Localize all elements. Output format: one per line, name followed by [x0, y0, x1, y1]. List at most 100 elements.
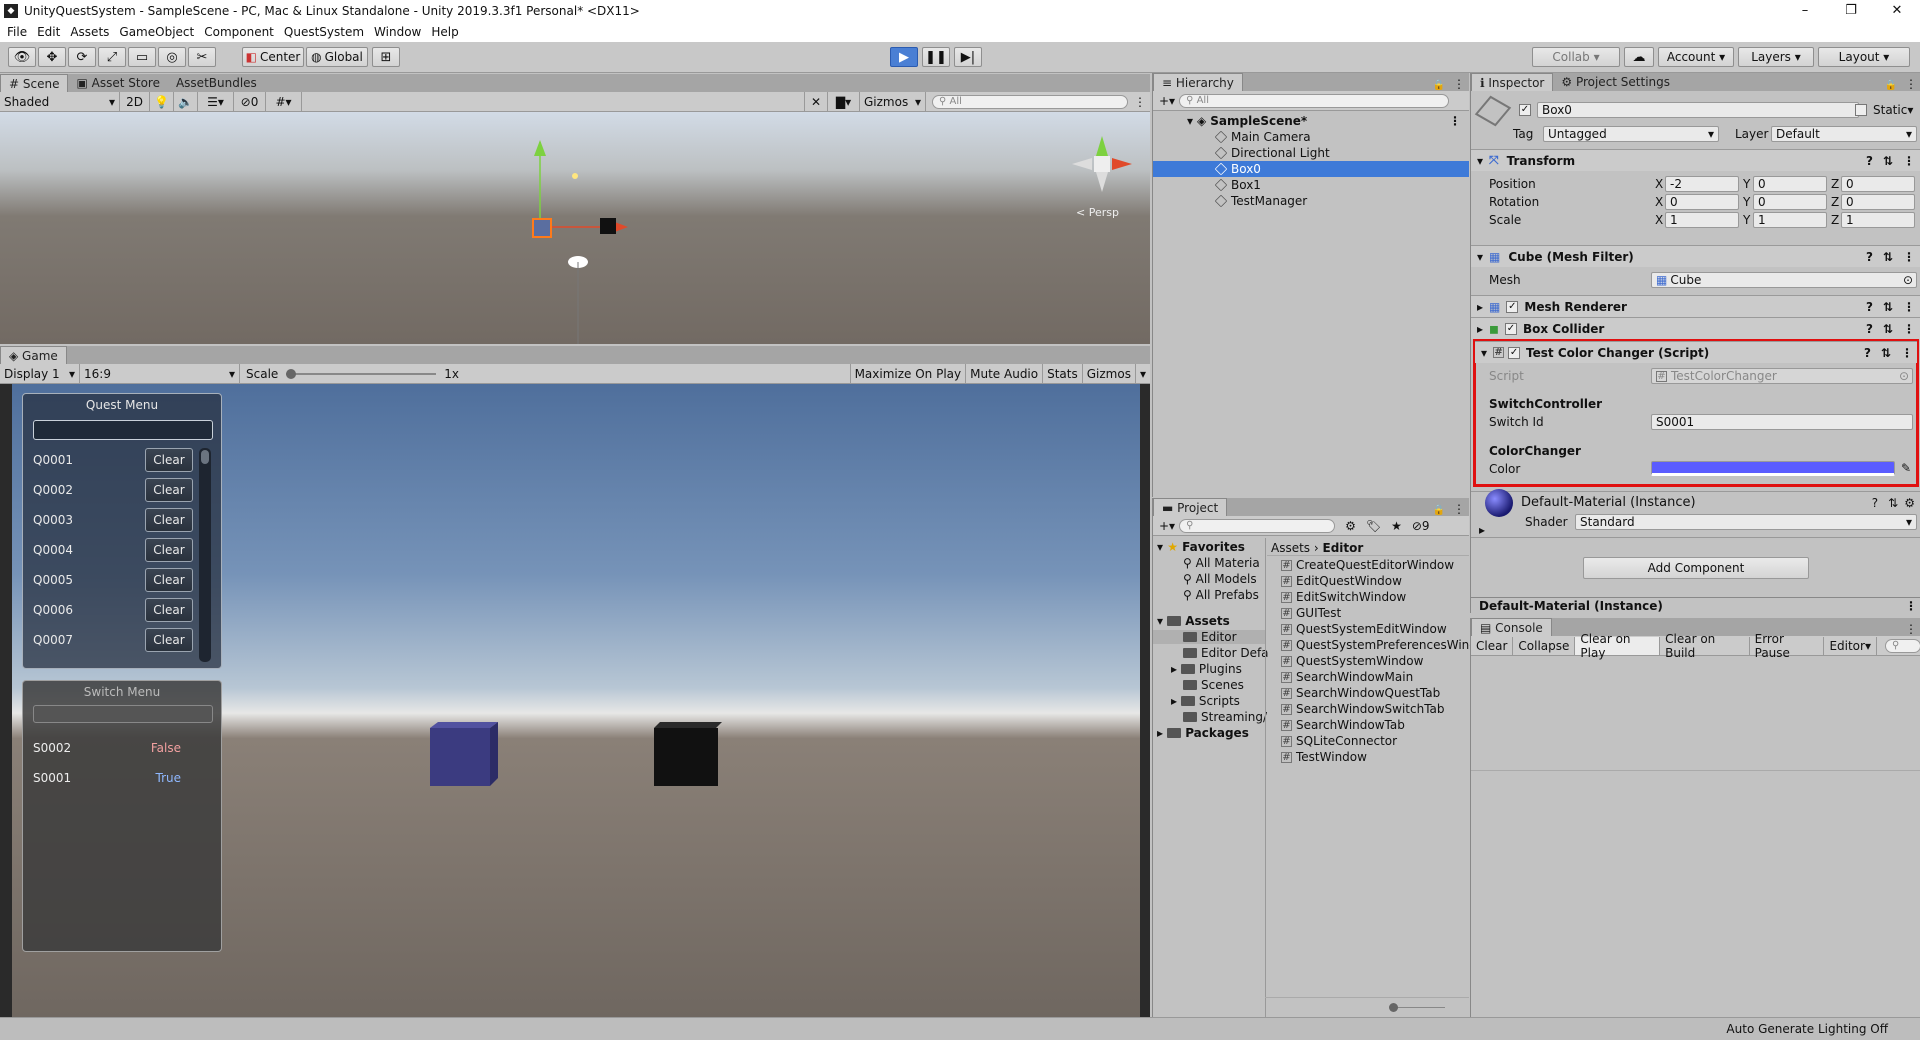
scene-search-input[interactable]: ⚲ All — [932, 94, 1128, 109]
help-icon[interactable]: ? — [1866, 250, 1873, 264]
rect-tool-icon[interactable]: ▭ — [128, 47, 156, 67]
rotation-z-axis-label[interactable]: Z — [1831, 195, 1839, 209]
menu-file[interactable]: File — [7, 25, 27, 39]
help-icon[interactable]: ? — [1866, 154, 1873, 168]
persp-label[interactable]: < Persp — [1076, 206, 1119, 219]
project-file-item[interactable]: # QuestSystemEditWindow — [1281, 622, 1447, 636]
scale-x-axis-label[interactable]: X — [1655, 213, 1663, 227]
kebab-icon[interactable]: ⋮ — [1901, 346, 1913, 360]
static-toggle[interactable]: Static ▾ — [1855, 103, 1913, 117]
tab-project[interactable]: ▬ Project — [1153, 498, 1228, 516]
kebab-icon[interactable]: ⋮ — [1134, 95, 1146, 109]
position-y-axis-label[interactable]: Y — [1743, 177, 1750, 191]
box-collider-checkbox[interactable]: ✓ — [1505, 322, 1517, 335]
grid-icon[interactable]: #▾ — [266, 92, 302, 111]
quest-scrollbar[interactable] — [199, 448, 211, 662]
move-tool-icon[interactable]: ✥ — [38, 47, 66, 67]
breadcrumb-assets[interactable]: Assets — [1271, 541, 1310, 555]
hierarchy-item-main-camera[interactable]: Main Camera — [1153, 129, 1469, 145]
quest-clear-button[interactable]: Clear — [145, 568, 193, 592]
pivot-global-button[interactable]: ◍ Global — [306, 47, 368, 67]
hierarchy-item-box1[interactable]: Box1 — [1153, 177, 1469, 193]
menu-questsystem[interactable]: QuestSystem — [284, 25, 364, 39]
menu-gameobject[interactable]: GameObject — [119, 25, 194, 39]
favorite-star-icon[interactable]: ★ — [1391, 519, 1402, 533]
account-dropdown[interactable]: Account ▾ — [1658, 47, 1734, 67]
mesh-object-field[interactable]: ▦ Cube ⊙ — [1651, 272, 1917, 288]
help-icon[interactable]: ? — [1866, 300, 1873, 314]
help-icon[interactable]: ? — [1872, 496, 1878, 510]
preset-icon[interactable]: ⇅ — [1883, 300, 1893, 314]
scene-root-item[interactable]: ▾ ◈ SampleScene* ⋮ — [1153, 113, 1469, 129]
hidden-packages-toggle[interactable]: ⊘9 — [1412, 519, 1430, 533]
favorite-item[interactable]: ⚲ All Models — [1183, 572, 1257, 586]
folder-editor[interactable]: Editor — [1153, 630, 1265, 644]
lock-icon[interactable]: 🔒 — [1433, 505, 1445, 516]
script-component-header[interactable]: ▾ # ✓ Test Color Changer (Script)? ⇅ ⋮ — [1475, 341, 1917, 363]
scale-x-field[interactable]: 1 — [1665, 212, 1739, 228]
folder-streaming[interactable]: Streaming/ — [1183, 710, 1267, 724]
switch-id-field[interactable]: S0001 — [1651, 414, 1913, 430]
close-icon[interactable]: ✕ — [1874, 0, 1920, 22]
preset-icon[interactable]: ⇅ — [1883, 154, 1893, 168]
project-file-item[interactable]: # QuestSystemPreferencesWind — [1281, 638, 1477, 652]
rotation-z-field[interactable]: 0 — [1841, 194, 1915, 210]
mesh-filter-header[interactable]: ▾ ▦ Cube (Mesh Filter)? ⇅ ⋮ — [1471, 245, 1920, 267]
cloud-icon[interactable]: ☁ — [1624, 47, 1654, 67]
editor-dropdown[interactable]: Editor ▾ — [1824, 636, 1877, 655]
kebab-icon[interactable]: ⋮ — [1903, 322, 1915, 336]
clear-on-play-toggle[interactable]: Clear on Play — [1575, 632, 1661, 660]
scale-y-axis-label[interactable]: Y — [1743, 213, 1750, 227]
tab-hierarchy[interactable]: ≡ Hierarchy — [1153, 73, 1243, 91]
play-button[interactable]: ▶ — [890, 47, 918, 67]
lock-icon[interactable]: 🔒 — [1433, 80, 1445, 91]
project-file-item[interactable]: # TestWindow — [1281, 750, 1367, 764]
material-footer[interactable]: Default-Material (Instance) ⋮ — [1471, 597, 1920, 613]
quest-clear-button[interactable]: Clear — [145, 598, 193, 622]
kebab-icon[interactable]: ⋮ — [1903, 154, 1915, 168]
position-x-axis-label[interactable]: X — [1655, 177, 1663, 191]
quest-clear-button[interactable]: Clear — [145, 448, 193, 472]
error-pause-toggle[interactable]: Error Pause — [1750, 632, 1825, 660]
rotation-x-field[interactable]: 0 — [1665, 194, 1739, 210]
step-button[interactable]: ▶| — [954, 47, 982, 67]
project-file-item[interactable]: # SearchWindowMain — [1281, 670, 1413, 684]
material-header[interactable]: Default-Material (Instance) ? ⇅ ⚙ — [1471, 488, 1920, 517]
audio-icon[interactable]: 🔈 — [174, 92, 198, 111]
switch-search-input[interactable] — [33, 705, 213, 723]
help-icon[interactable]: ? — [1866, 322, 1873, 336]
quest-clear-button[interactable]: Clear — [145, 478, 193, 502]
folder-plugins[interactable]: ▸ Plugins — [1171, 662, 1242, 676]
kebab-icon[interactable]: ⋮ — [1905, 599, 1917, 613]
shading-mode-dropdown[interactable]: Shaded ▾ — [0, 92, 120, 111]
scene-viewport[interactable]: < Persp — [0, 112, 1150, 344]
tools-icon[interactable]: ✕ — [804, 92, 828, 111]
hierarchy-item-box0[interactable]: Box0 — [1153, 161, 1469, 177]
quest-clear-button[interactable]: Clear — [145, 538, 193, 562]
object-name-field[interactable]: Box0 — [1537, 102, 1859, 118]
status-text[interactable]: Auto Generate Lighting Off — [1726, 1022, 1888, 1036]
game-gizmos-toggle[interactable]: Gizmos — [1083, 364, 1136, 383]
add-component-button[interactable]: Add Component — [1583, 557, 1809, 579]
hierarchy-item-directional-light[interactable]: Directional Light — [1153, 145, 1469, 161]
custom-tool-icon[interactable]: ✂ — [188, 47, 216, 67]
hidden-objects-toggle[interactable]: ⊘ 0 — [234, 92, 266, 111]
eyedropper-icon[interactable]: ✎ — [1901, 461, 1911, 475]
box-collider-header[interactable]: ▸ ◼ ✓ Box Collider? ⇅ ⋮ — [1471, 317, 1920, 339]
color-field[interactable] — [1651, 461, 1895, 476]
project-file-item[interactable]: # CreateQuestEditorWindow — [1281, 558, 1454, 572]
kebab-icon[interactable]: ⋮ — [1905, 77, 1917, 91]
menu-edit[interactable]: Edit — [37, 25, 60, 39]
kebab-icon[interactable]: ⋮ — [1903, 300, 1915, 314]
console-search-input[interactable]: ⚲ — [1884, 638, 1920, 653]
aspect-dropdown[interactable]: 16:9 ▾ — [80, 364, 240, 383]
scale-z-axis-label[interactable]: Z — [1831, 213, 1839, 227]
scale-tool-icon[interactable]: ⤢ — [98, 47, 126, 67]
maximize-icon[interactable]: ❐ — [1828, 0, 1874, 22]
folder-scripts[interactable]: ▸ Scripts — [1171, 694, 1240, 708]
tab-console[interactable]: ▤ Console — [1471, 618, 1552, 636]
filter-type-icon[interactable]: ⚙ — [1345, 519, 1356, 533]
tab-game[interactable]: ◈ Game — [0, 346, 67, 364]
help-icon[interactable]: ? — [1864, 346, 1871, 360]
gear-icon[interactable]: ⚙ — [1904, 496, 1915, 510]
